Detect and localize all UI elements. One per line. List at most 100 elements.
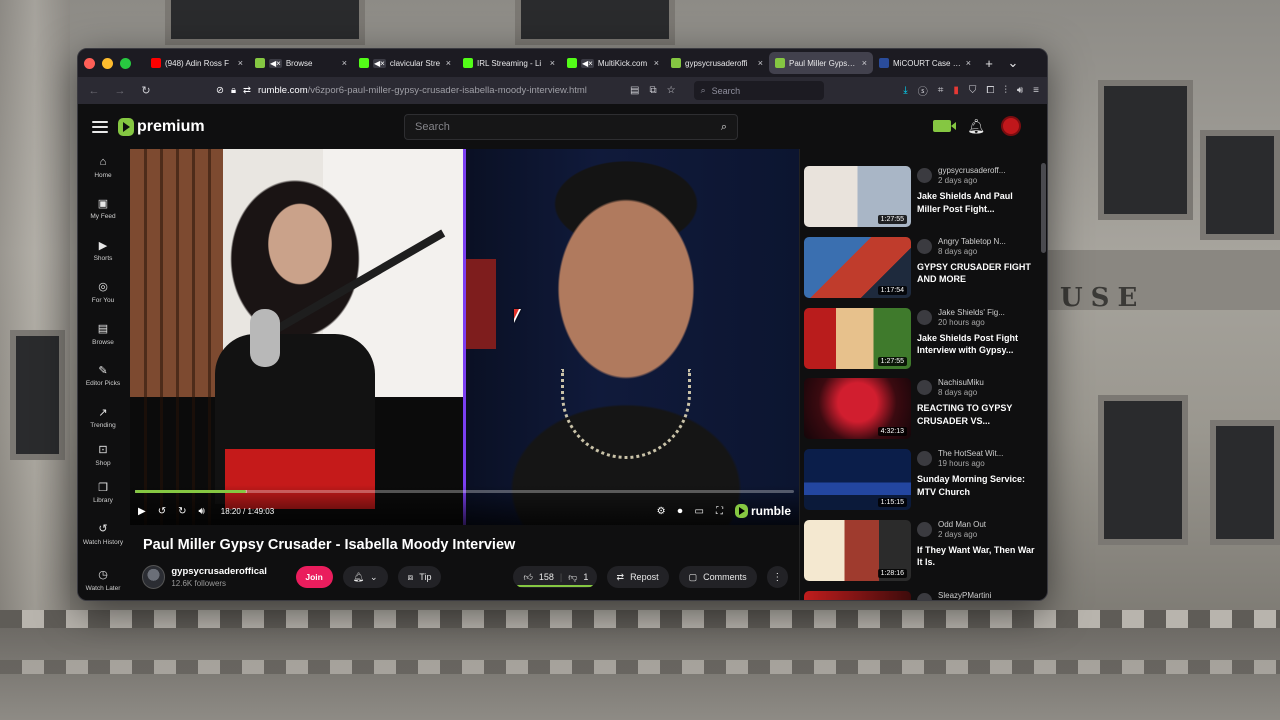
sidebar-item-library[interactable]: ❐ Library [78,475,128,513]
tab-close-icon[interactable]: × [862,58,867,68]
sidebar-item-shorts[interactable]: ▶ Shorts [78,233,128,271]
recommended-channel-name[interactable]: Jake Shields' Fig... [938,308,1005,317]
theater-mode-icon[interactable]: ▭ [695,506,704,517]
recommended-video[interactable]: SleazyPMartini [804,590,1038,600]
recommended-video[interactable]: 4:32:13 NachisuMiku 8 days ago REACTING … [804,378,1038,449]
dislike-count[interactable]: 1 [583,572,588,582]
channel-avatar[interactable] [142,565,166,589]
video-thumbnail[interactable]: 1:27:55 [804,166,911,227]
site-search-input[interactable]: Search ⌕ [404,114,738,140]
fullscreen-icon[interactable]: ⛶ [716,506,723,517]
browser-tab[interactable]: MiCOURT Case Se × [873,52,977,74]
recommended-title[interactable]: Sunday Morning Service: MTV Church [917,473,1038,498]
recommended-title[interactable]: GYPSY CRUSADER FIGHT AND MORE [917,261,1038,286]
tab-close-icon[interactable]: × [550,58,555,68]
recommended-title[interactable]: Jake Shields Post Fight Interview with G… [917,332,1038,357]
video-thumbnail[interactable]: 1:27:55 [804,307,911,369]
lock-icon[interactable]: 🔒︎ [231,85,236,96]
bookmark-star-icon[interactable]: ☆ [667,85,676,96]
page-scrollbar[interactable] [1041,163,1046,253]
tab-close-icon[interactable]: × [966,58,971,68]
recommended-channel-name[interactable]: The HotSeat Wit... [938,449,1003,458]
tab-close-icon[interactable]: × [238,58,243,68]
recommended-title[interactable]: REACTING TO GYPSY CRUSADER VS... [917,402,1038,427]
reload-icon[interactable]: ↻ [138,84,154,97]
sidebar-item-browse[interactable]: ▤ Browse [78,316,128,354]
tab-audio-icon[interactable]: ◀× [581,58,594,68]
hamburger-menu-icon[interactable] [92,120,108,133]
channel-name[interactable]: gypsycrusaderoffical [171,566,295,577]
channel-avatar[interactable] [917,168,932,183]
extensions-puzzle-icon[interactable]: ⧠ [986,85,994,96]
more-options-icon[interactable]: ⋮ [766,566,788,588]
tab-close-icon[interactable]: × [654,58,659,68]
sidebar-item-my-feed[interactable]: ▣ My Feed [78,187,128,233]
recommended-channel-name[interactable]: NachisuMiku [938,378,984,387]
tracking-protection-icon[interactable]: ⊘ [216,85,224,96]
forward-icon[interactable]: ↻ [178,506,186,517]
video-thumbnail[interactable]: 1:28:16 [804,519,911,581]
picture-in-picture-icon[interactable]: ⧉ [649,85,656,96]
upload-video-camera-icon[interactable] [933,120,957,132]
recommended-video[interactable]: 1:17:54 Angry Tabletop N... 8 days ago G… [804,236,1038,308]
url-bar[interactable]: ⊘ 🔒︎ ⇄ rumble.com/v6zpor6-paul-miller-gy… [216,85,616,96]
progress-bar[interactable] [135,490,794,493]
repost-button[interactable]: ⇄ Repost [606,566,669,588]
channel-avatar[interactable] [917,451,932,467]
sidebar-item-trending[interactable]: ↗ Trending [78,400,128,438]
recommended-channel-name[interactable]: Odd Man Out [938,520,986,529]
rumble-logo[interactable]: premium [118,117,205,136]
minimize-window-button[interactable] [102,57,113,69]
video-player[interactable]: ▶ ↺ ↻ 🔊︎ 18:20 / 1:49:03 ⚙ ⏺ ▭ ⛶ rumble [130,149,799,525]
rewind-icon[interactable]: ↺ [158,506,166,517]
zoom-window-button[interactable] [120,57,131,69]
sidebar-item-home[interactable]: ⌂ Home [78,149,128,187]
recommended-channel-name[interactable]: Angry Tabletop N... [938,237,1006,246]
channel-avatar[interactable] [917,521,932,537]
extension-s-icon[interactable]: ⓢ [918,83,928,98]
video-thumbnail[interactable] [804,590,911,600]
download-icon[interactable]: ⤓ [903,85,907,96]
channel-avatar[interactable] [917,380,932,396]
recommended-video[interactable]: 1:28:16 Odd Man Out 2 days ago If They W… [804,519,1038,591]
reader-view-icon[interactable]: ▤ [630,85,639,96]
menu-icon[interactable]: ≡ [1033,85,1039,96]
tip-button[interactable]: ⧈ Tip [397,566,442,588]
video-thumbnail[interactable]: 1:15:15 [804,449,911,511]
rumble-watermark[interactable]: rumble [734,504,791,518]
browser-tab[interactable]: gypsycrusaderoffi × [665,52,769,74]
thumbs-down-icon[interactable]: 👎︎ [568,572,577,583]
settings-gear-icon[interactable]: ⚙ [657,506,666,517]
join-button[interactable]: Join [295,566,333,588]
recommended-video[interactable]: 1:27:55 gypsycrusaderoff... 2 days ago J… [804,166,1038,237]
channel-avatar[interactable] [917,592,932,600]
browser-tab[interactable]: Paul Miller Gypsy C × [769,52,873,74]
sidebar-item-watch-history[interactable]: ↺ Watch History [78,512,128,558]
thumbs-up-icon[interactable]: 👍︎ [523,572,532,583]
video-thumbnail[interactable]: 1:17:54 [804,236,911,298]
crop-icon[interactable]: ⌗ [938,85,944,96]
tab-close-icon[interactable]: × [342,58,347,68]
search-icon[interactable]: ⌕ [721,121,727,134]
comments-button[interactable]: ▢ Comments [678,566,757,588]
video-thumbnail[interactable]: 4:32:13 [804,378,911,440]
permissions-icon[interactable]: ⇄ [243,85,251,96]
tab-audio-icon[interactable]: ◀× [269,58,282,68]
channel-avatar[interactable] [917,238,932,254]
audio-icon[interactable]: 🔊︎ [1017,85,1023,96]
close-window-button[interactable] [84,57,95,69]
browser-tab[interactable]: ◀× Browse × [249,52,353,74]
recommended-title[interactable]: If They Want War, Then War It Is. [917,544,1038,569]
forward-arrow-icon[interactable]: → [112,85,128,97]
user-avatar[interactable] [1001,116,1021,136]
like-count[interactable]: 158 [539,572,554,582]
tab-list-chevron-icon[interactable]: ⌄ [1001,55,1025,71]
notifications-bell-icon[interactable]: 🔔︎ [967,118,985,135]
extension-badge-icon[interactable]: ▮ [953,85,959,96]
recommended-video[interactable]: 1:15:15 The HotSeat Wit... 19 hours ago … [804,449,1038,520]
sidebar-item-shop[interactable]: ⊡ Shop [78,437,128,475]
play-icon[interactable]: ▶ [138,506,146,517]
notification-bell-button[interactable]: 🔔︎ ⌄ [342,566,388,588]
tab-close-icon[interactable]: × [446,58,451,68]
settings-sliders-icon[interactable]: ⫶ [1004,85,1007,96]
